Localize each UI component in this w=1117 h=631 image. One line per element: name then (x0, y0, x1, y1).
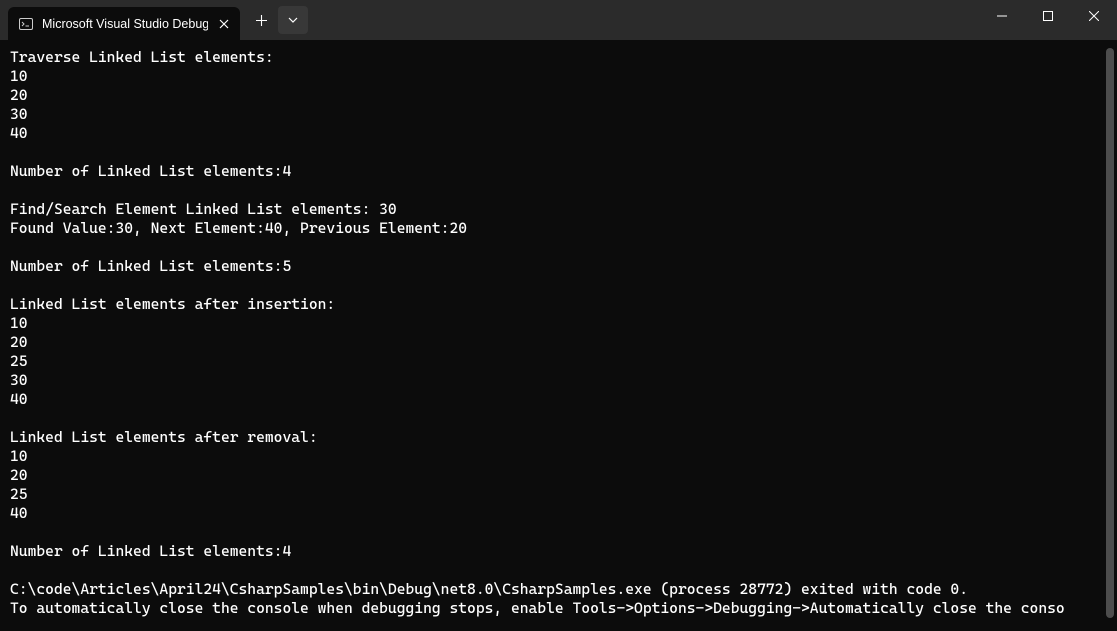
window-controls (979, 0, 1117, 32)
maximize-button[interactable] (1025, 0, 1071, 32)
new-tab-button[interactable] (246, 6, 276, 34)
minimize-button[interactable] (979, 0, 1025, 32)
tab-dropdown-button[interactable] (278, 6, 308, 34)
tab-title: Microsoft Visual Studio Debug (42, 17, 208, 31)
tab-close-button[interactable] (216, 16, 232, 32)
scrollbar[interactable] (1105, 44, 1115, 626)
terminal-output[interactable]: Traverse Linked List elements: 10 20 30 … (0, 40, 1117, 626)
scrollbar-thumb[interactable] (1106, 48, 1114, 618)
titlebar: Microsoft Visual Studio Debug (0, 0, 1117, 40)
close-window-button[interactable] (1071, 0, 1117, 32)
terminal-icon (18, 16, 34, 32)
tab-active[interactable]: Microsoft Visual Studio Debug (8, 7, 240, 40)
